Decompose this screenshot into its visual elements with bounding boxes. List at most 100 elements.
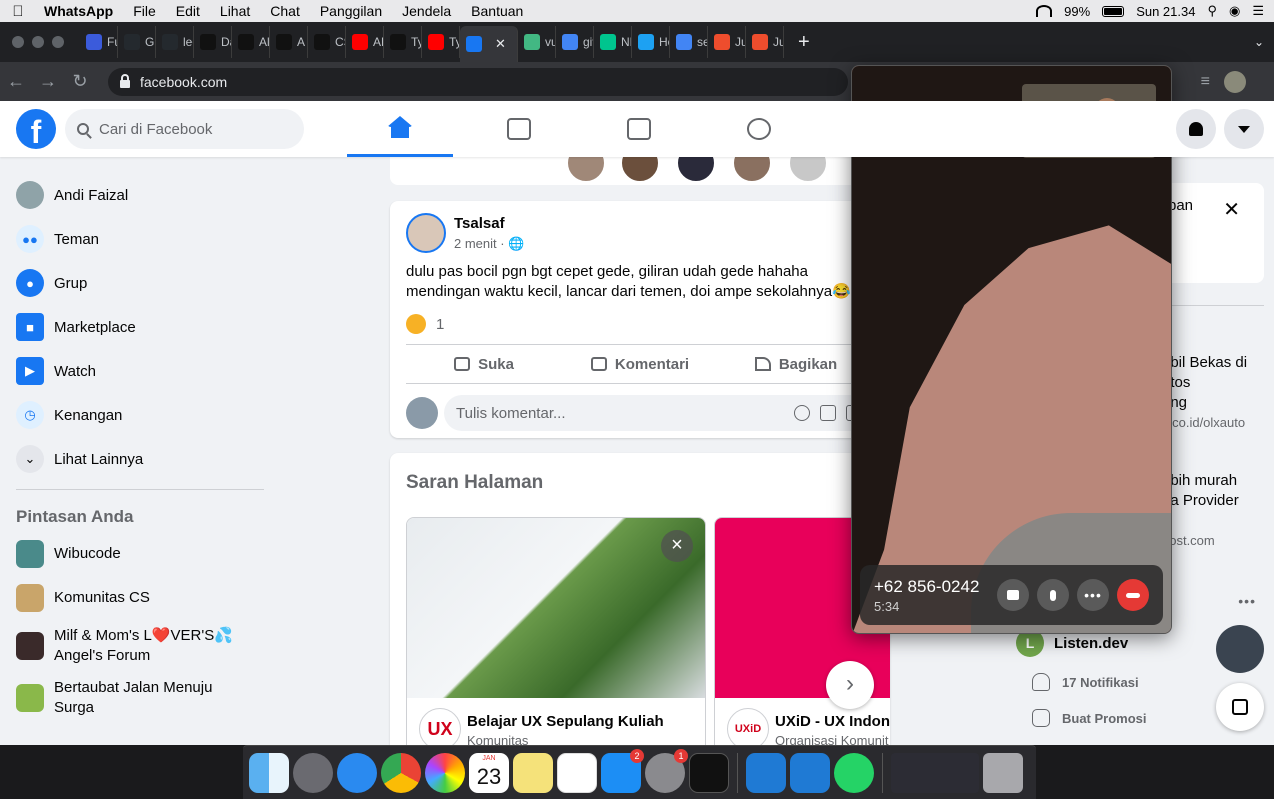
browser-tab[interactable]: Full <box>80 26 118 58</box>
trash-icon[interactable] <box>983 752 1023 793</box>
close-icon[interactable]: × <box>661 530 693 562</box>
chrome-icon[interactable] <box>381 752 421 793</box>
sidebar-item-profile[interactable]: Andi Faizal <box>16 173 280 217</box>
browser-tab[interactable]: Dat <box>194 26 232 58</box>
menu-edit[interactable]: Edit <box>166 3 210 19</box>
browser-tab[interactable]: ✕ <box>460 26 518 62</box>
page-suggestion-card[interactable]: × UX Belajar UX Sepulang Kuliah Komunita… <box>406 517 706 745</box>
browser-tab[interactable]: CSS <box>308 26 346 58</box>
menu-window[interactable]: Jendela <box>392 3 461 19</box>
battery-icon[interactable] <box>1102 5 1125 17</box>
calendar-icon[interactable]: JAN 23 <box>469 752 509 793</box>
menu-help[interactable]: Bantuan <box>461 3 533 19</box>
menu-chat[interactable]: Chat <box>260 3 310 19</box>
back-button[interactable]: ← <box>0 71 32 92</box>
end-call-button[interactable] <box>1117 579 1149 611</box>
sidebar-item-groups[interactable]: ● Grup <box>16 261 280 305</box>
sidebar-item-see-more[interactable]: ⌄ Lihat Lainnya <box>16 437 280 481</box>
facebook-logo-icon[interactable]: f <box>16 109 56 149</box>
app-store-icon[interactable]: 2 <box>601 748 644 793</box>
next-arrow-button[interactable]: › <box>826 661 874 709</box>
photos-icon[interactable] <box>425 752 465 793</box>
page-name[interactable]: UXiD - UX Indon <box>775 713 890 730</box>
siri-icon[interactable]: ◉ <box>1229 3 1240 19</box>
whatsapp-icon[interactable] <box>834 752 874 793</box>
mute-button[interactable] <box>1037 579 1069 611</box>
clock[interactable]: Sun 21.34 <box>1136 4 1195 19</box>
system-preferences-icon[interactable]: 1 <box>645 748 688 793</box>
browser-tab[interactable]: ALV <box>346 26 384 58</box>
tab-watch[interactable] <box>466 101 572 157</box>
reading-list-icon[interactable]: ≡ <box>1201 73 1210 91</box>
post-timestamp[interactable]: 2 menit · 🌐 <box>454 236 524 252</box>
browser-tab[interactable]: Gith <box>118 26 156 58</box>
sidebar-item-memories[interactable]: ◷ Kenangan <box>16 393 280 437</box>
control-center-icon[interactable]: ☰ <box>1252 3 1264 19</box>
close-icon[interactable]: ✕ <box>1223 197 1240 222</box>
finder-icon[interactable] <box>249 752 289 793</box>
sidebar-item-marketplace[interactable]: ■ Marketplace <box>16 305 280 349</box>
new-tab-button[interactable]: + <box>798 31 810 54</box>
shortcut-item[interactable]: Bertaubat Jalan Menuju Surga <box>16 672 280 724</box>
browser-tab[interactable]: Alg <box>232 26 270 58</box>
shortcut-item[interactable]: Milf & Mom's L❤️VER'S💦 Angel's Forum <box>16 620 280 672</box>
menu-app-name[interactable]: WhatsApp <box>36 3 123 19</box>
browser-tab[interactable]: sels <box>670 26 708 58</box>
wifi-icon[interactable] <box>1036 5 1053 17</box>
menu-file[interactable]: File <box>123 3 166 19</box>
facebook-search-input[interactable]: Cari di Facebook <box>65 109 304 149</box>
sidebar-item-watch[interactable]: ▶ Watch <box>16 349 280 393</box>
browser-tab[interactable]: A fi <box>270 26 308 58</box>
sponsored-ad[interactable]: obil Bekas di utos ang s.co.id/olxauto <box>1162 353 1247 433</box>
minimized-windows[interactable] <box>891 752 979 793</box>
apple-icon[interactable]:  <box>0 3 36 20</box>
tab-marketplace[interactable] <box>586 101 692 157</box>
tab-groups[interactable] <box>706 101 812 157</box>
notifications-link[interactable]: 17 Notifikasi <box>1032 673 1139 691</box>
page-name[interactable]: Belajar UX Sepulang Kuliah <box>467 713 664 730</box>
forward-button[interactable]: → <box>32 71 64 92</box>
chat-head-avatar[interactable] <box>1216 625 1264 673</box>
camera-icon[interactable] <box>820 405 836 421</box>
address-bar[interactable]: facebook.com <box>108 67 848 96</box>
like-button[interactable]: Suka <box>406 347 562 381</box>
sidebar-item-friends[interactable]: ●● Teman <box>16 217 280 261</box>
music-icon[interactable] <box>557 752 597 793</box>
reload-button[interactable]: ↻ <box>64 71 96 92</box>
promote-link[interactable]: Buat Promosi <box>1032 709 1147 727</box>
comment-button[interactable]: Komentari <box>562 347 718 381</box>
notifications-button[interactable] <box>1176 109 1216 149</box>
comment-input[interactable]: Tulis komentar... <box>444 395 874 431</box>
browser-tab[interactable]: give <box>556 26 594 58</box>
spotlight-icon[interactable]: ⚲ <box>1207 3 1217 19</box>
browser-tab[interactable]: Jua <box>746 26 784 58</box>
notes-icon[interactable] <box>513 752 553 793</box>
browser-tab[interactable]: leon <box>156 26 194 58</box>
camera-toggle-button[interactable] <box>997 579 1029 611</box>
safari-icon[interactable] <box>337 752 377 793</box>
tab-search-icon[interactable]: ⌄ <box>1254 35 1264 49</box>
browser-tab[interactable]: Hon <box>632 26 670 58</box>
lock-icon[interactable] <box>120 73 130 88</box>
browser-tab[interactable]: Typ <box>422 26 460 58</box>
browser-tab[interactable]: Typ <box>384 26 422 58</box>
shortcut-item[interactable]: Wibucode <box>16 532 280 576</box>
sponsored-ad[interactable]: ebih murah da Provider host.com <box>1162 471 1239 551</box>
post-reactions[interactable]: 1 <box>406 314 444 334</box>
close-window-button[interactable] <box>12 36 24 48</box>
terminal-icon[interactable] <box>689 752 729 793</box>
vscode-icon[interactable] <box>746 752 786 793</box>
zoom-window-button[interactable] <box>52 36 64 48</box>
more-options-button[interactable]: ••• <box>1077 579 1109 611</box>
shortcut-item[interactable]: Komunitas CS <box>16 576 280 620</box>
minimize-window-button[interactable] <box>32 36 44 48</box>
post-author-name[interactable]: Tsalsaf <box>454 215 505 232</box>
post-author-avatar[interactable] <box>406 213 446 253</box>
launchpad-icon[interactable] <box>293 752 333 793</box>
profile-avatar[interactable] <box>1224 70 1246 93</box>
menu-calls[interactable]: Panggilan <box>310 3 392 19</box>
account-menu-button[interactable] <box>1224 109 1264 149</box>
more-options-icon[interactable]: ••• <box>1238 593 1256 609</box>
new-message-button[interactable] <box>1216 683 1264 731</box>
browser-tab[interactable]: NEI <box>594 26 632 58</box>
